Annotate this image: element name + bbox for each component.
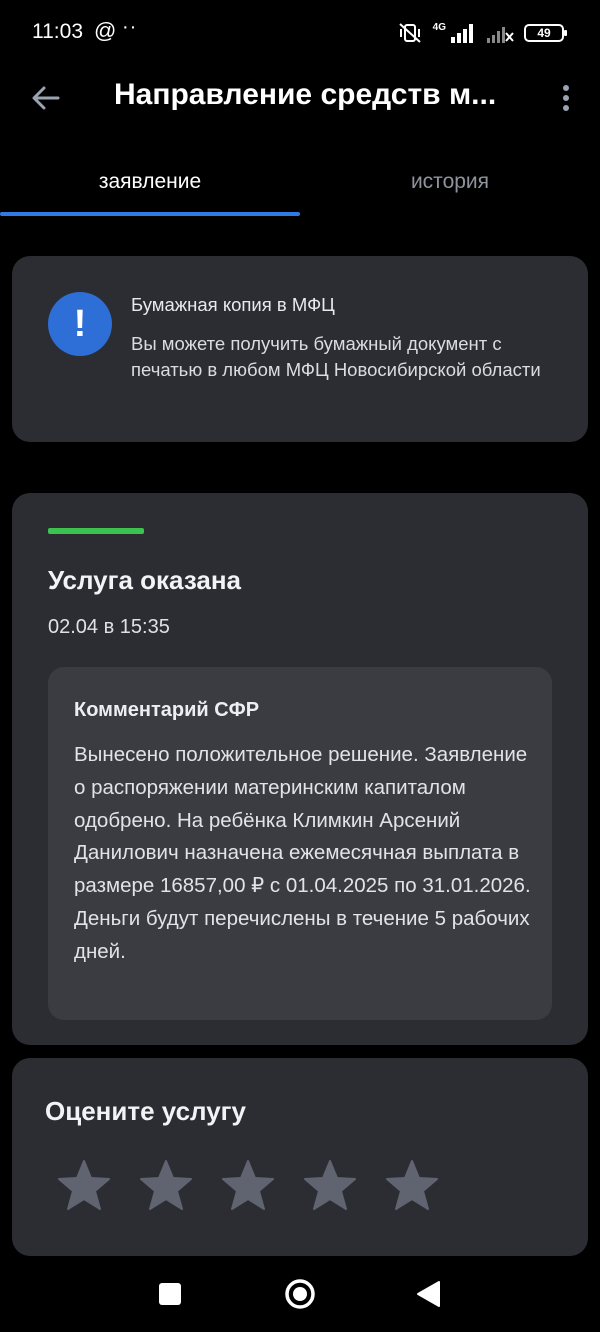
star-icon xyxy=(140,1160,192,1210)
tab-history[interactable]: история xyxy=(300,150,600,214)
status-time: 11:03 xyxy=(32,20,83,43)
star-rating xyxy=(56,1158,440,1214)
battery-level: 49 xyxy=(537,26,551,40)
rating-star-3[interactable] xyxy=(220,1158,276,1214)
comment-title: Комментарий СФР xyxy=(74,699,260,721)
at-notification-icon: @ xyxy=(94,18,117,43)
more-options-button[interactable] xyxy=(548,74,584,122)
system-back-button[interactable] xyxy=(398,1268,458,1320)
tab-application[interactable]: заявление xyxy=(0,150,300,214)
recent-apps-button[interactable] xyxy=(140,1268,200,1320)
home-button[interactable] xyxy=(270,1268,330,1320)
network-type-label: 4G xyxy=(432,21,446,33)
status-success-indicator xyxy=(48,528,144,534)
status-bar: 11:03 @ ·· 4G 49 xyxy=(0,0,600,64)
star-icon xyxy=(386,1160,438,1210)
info-title: Бумажная копия в МФЦ xyxy=(131,294,335,315)
rating-star-5[interactable] xyxy=(384,1158,440,1214)
app-bar: Направление средств м... xyxy=(0,64,600,134)
back-button[interactable] xyxy=(22,74,70,122)
page-title: Направление средств м... xyxy=(114,78,497,111)
rating-card: Оцените услугу xyxy=(12,1058,588,1256)
service-status-card: Услуга оказана 02.04 в 15:35 Комментарий… xyxy=(12,493,588,1045)
circle-home-icon xyxy=(285,1279,315,1309)
comment-text: Вынесено положительное решение. Заявлени… xyxy=(74,743,531,963)
signal-no-service-icon xyxy=(487,27,514,43)
status-date: 02.04 в 15:35 xyxy=(48,616,170,638)
arrow-left-icon xyxy=(32,86,60,110)
star-icon xyxy=(222,1160,274,1210)
system-navigation-bar xyxy=(0,1256,600,1332)
rating-star-4[interactable] xyxy=(302,1158,358,1214)
status-icons: 4G 49 xyxy=(397,20,567,46)
star-icon xyxy=(58,1160,110,1210)
battery-icon: 49 xyxy=(524,24,567,42)
rating-title: Оцените услугу xyxy=(45,1096,246,1126)
tab-bar: заявление история xyxy=(0,150,600,218)
vibrate-off-icon xyxy=(398,23,421,43)
exclamation-icon: ! xyxy=(48,292,112,356)
triangle-back-icon xyxy=(417,1281,440,1307)
more-notifications-icon: ·· xyxy=(122,16,138,38)
paper-copy-info-card: ! Бумажная копия в МФЦ Вы можете получит… xyxy=(12,256,588,442)
star-icon xyxy=(304,1160,356,1210)
signal-icon xyxy=(451,24,473,43)
status-title: Услуга оказана xyxy=(48,565,242,595)
square-icon xyxy=(159,1283,181,1305)
more-vertical-icon xyxy=(563,85,569,111)
info-text: Вы можете получить бумажный документ с п… xyxy=(131,333,541,380)
sfr-comment-box: Комментарий СФР Вынесено положительное р… xyxy=(48,667,552,1020)
rating-star-2[interactable] xyxy=(138,1158,194,1214)
active-tab-indicator xyxy=(0,212,300,216)
rating-star-1[interactable] xyxy=(56,1158,112,1214)
